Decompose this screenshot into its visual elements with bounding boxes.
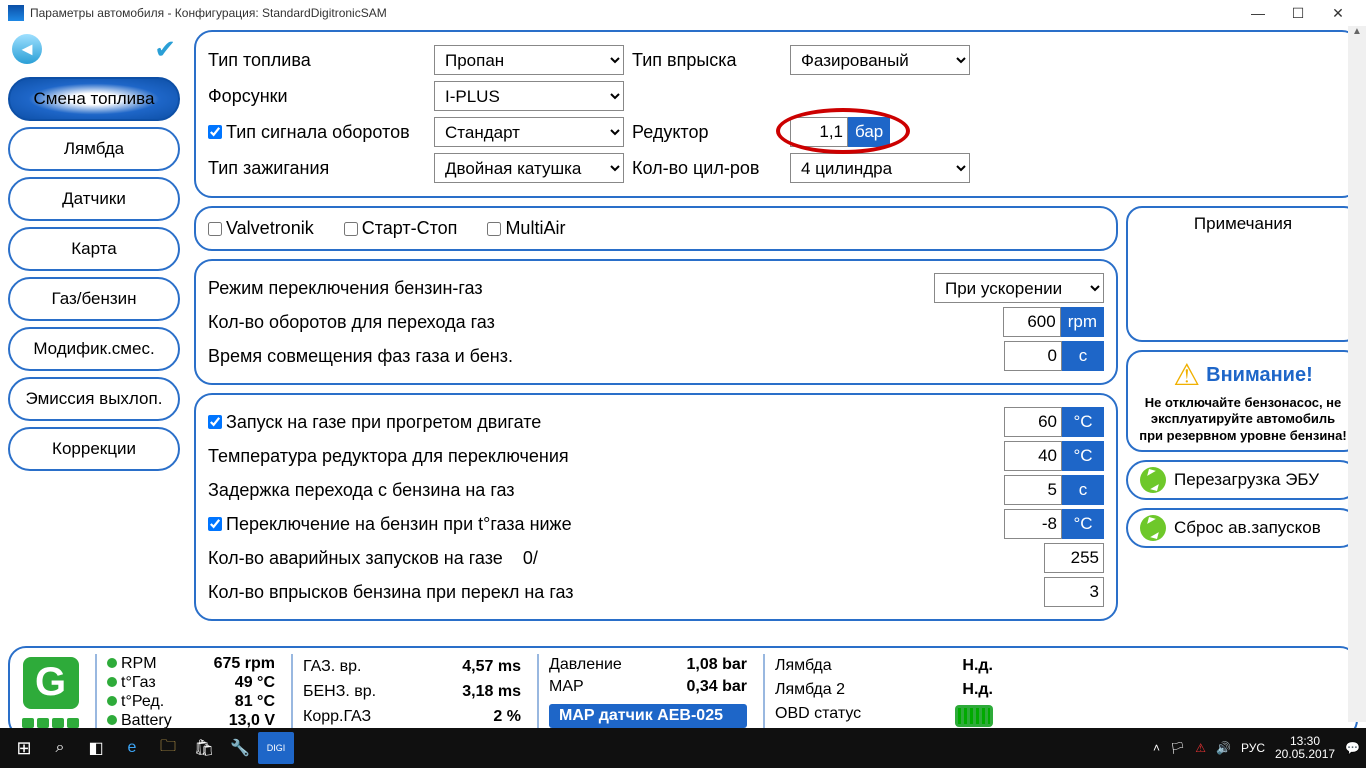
reset-emergency-button[interactable]: Сброс ав.запусков xyxy=(1126,508,1360,548)
switch-mode-select[interactable]: При ускорении xyxy=(934,273,1104,303)
tray-language[interactable]: РУС xyxy=(1241,741,1265,755)
reducer-temp-input[interactable] xyxy=(1004,441,1062,471)
warning-text: Не отключайте бензонасос, не эксплуатиру… xyxy=(1138,395,1348,444)
back-temp-input[interactable] xyxy=(1004,509,1062,539)
rpm-signal-checkbox[interactable]: Тип сигнала оборотов xyxy=(208,122,426,143)
back-to-petrol-checkbox[interactable]: Переключение на бензин при t°газа ниже xyxy=(208,514,1004,535)
sidebar-item-fuel-change[interactable]: Смена топлива xyxy=(8,77,180,121)
map-sensor-badge[interactable]: MAP датчик AEB-025 xyxy=(549,704,747,728)
app-icon-1[interactable]: 🔧 xyxy=(222,732,258,764)
injections-input[interactable] xyxy=(1044,577,1104,607)
sidebar-item-corrections[interactable]: Коррекции xyxy=(8,427,180,471)
taskbar: ⊞ ⌕ ◧ e 🗀 🛍 🔧 DIGI ˄ 🏳 ⚠ 🔊 РУС 13:30 20.… xyxy=(0,728,1366,768)
sidebar-item-emission[interactable]: Эмиссия выхлоп. xyxy=(8,377,180,421)
switch-panel: Режим переключения бензин-газ При ускоре… xyxy=(194,259,1118,385)
sidebar-item-mixture[interactable]: Модифик.смес. xyxy=(8,327,180,371)
fuel-type-label: Тип топлива xyxy=(208,50,426,71)
notes-title: Примечания xyxy=(1134,214,1352,234)
emergency-starts-input[interactable] xyxy=(1044,543,1104,573)
notes-panel[interactable]: Примечания xyxy=(1126,206,1360,342)
maximize-button[interactable]: ☐ xyxy=(1278,0,1318,26)
start-button[interactable]: ⊞ xyxy=(6,732,42,764)
reducer-input[interactable] xyxy=(790,117,848,147)
deg-c-unit: °C xyxy=(1062,407,1104,437)
store-icon[interactable]: 🛍 xyxy=(186,732,222,764)
inject-type-label: Тип впрыска xyxy=(632,50,782,71)
sidebar-item-lambda[interactable]: Лямбда xyxy=(8,127,180,171)
reducer-field: бар xyxy=(790,117,890,147)
warning-panel: ⚠ Внимание! Не отключайте бензонасос, не… xyxy=(1126,350,1360,452)
close-button[interactable]: ✕ xyxy=(1318,0,1358,26)
top-panel: Тип топлива Пропан Тип впрыска Фазирован… xyxy=(194,30,1360,198)
valvetronik-checkbox[interactable]: Valvetronik xyxy=(208,218,314,239)
switch-rpm-input[interactable] xyxy=(1003,307,1061,337)
reducer-unit: бар xyxy=(848,117,890,147)
tray-clock[interactable]: 13:30 20.05.2017 xyxy=(1275,735,1335,761)
explorer-icon[interactable]: 🗀 xyxy=(150,732,186,764)
switch-rpm-label: Кол-во оборотов для перехода газ xyxy=(208,312,1003,333)
reducer-label: Редуктор xyxy=(632,122,782,143)
overlap-unit: с xyxy=(1062,341,1104,371)
back-icon[interactable]: ◄ xyxy=(12,34,42,64)
refresh-icon xyxy=(1140,515,1166,541)
delay-input[interactable] xyxy=(1004,475,1062,505)
inject-type-select[interactable]: Фазированый xyxy=(790,45,970,75)
temperature-panel: Запуск на газе при прогретом двигате °C … xyxy=(194,393,1118,621)
check-icon[interactable]: ✔ xyxy=(154,34,176,65)
injectors-label: Форсунки xyxy=(208,86,426,107)
rpm-unit: rpm xyxy=(1061,307,1104,337)
warm-start-input[interactable] xyxy=(1004,407,1062,437)
fuel-type-select[interactable]: Пропан xyxy=(434,45,624,75)
start-stop-checkbox[interactable]: Старт-Стоп xyxy=(344,218,458,239)
checks-panel: Valvetronik Старт-Стоп MultiAir xyxy=(194,206,1118,251)
delay-label: Задержка перехода с бензина на газ xyxy=(208,480,1004,501)
edge-icon[interactable]: e xyxy=(114,732,150,764)
warning-icon: ⚠ xyxy=(1173,358,1200,393)
ignition-select[interactable]: Двойная катушка xyxy=(434,153,624,183)
gas-mode-badge[interactable]: G xyxy=(23,657,79,709)
sidebar-item-gas-petrol[interactable]: Газ/бензин xyxy=(8,277,180,321)
digitronic-app-icon[interactable]: DIGI xyxy=(258,732,294,764)
multiair-checkbox[interactable]: MultiAir xyxy=(487,218,565,239)
window-title: Параметры автомобиля - Конфигурация: Sta… xyxy=(30,6,387,20)
tray-flag-icon[interactable]: 🏳 xyxy=(1170,741,1185,755)
scrollbar[interactable]: ▲ xyxy=(1348,26,1366,722)
sidebar: ◄ ✔ Смена топлива Лямбда Датчики Карта Г… xyxy=(0,26,188,646)
app-icon xyxy=(8,5,24,21)
level-indicator xyxy=(22,718,79,728)
reboot-ecu-button[interactable]: Перезагрузка ЭБУ xyxy=(1126,460,1360,500)
obd-connector-icon xyxy=(955,705,993,727)
tray-volume-icon[interactable]: 🔊 xyxy=(1216,741,1231,755)
cylinders-label: Кол-во цил-ров xyxy=(632,158,782,179)
task-view-icon[interactable]: ◧ xyxy=(78,732,114,764)
ignition-label: Тип зажигания xyxy=(208,158,426,179)
status-bar: G RPM675 rpm t°Газ49 °C t°Ред.81 °C Batt… xyxy=(8,646,1358,738)
reducer-temp-label: Температура редуктора для переключения xyxy=(208,446,1004,467)
cylinders-select[interactable]: 4 цилиндра xyxy=(790,153,970,183)
injectors-select[interactable]: I-PLUS xyxy=(434,81,624,111)
injections-label: Кол-во впрысков бензина при перекл на га… xyxy=(208,582,1044,603)
tray-up-icon[interactable]: ˄ xyxy=(1153,741,1160,755)
rpm-signal-select[interactable]: Стандарт xyxy=(434,117,624,147)
emergency-starts-label: Кол-во аварийных запусков на газе 0/ xyxy=(208,548,1044,569)
titlebar: Параметры автомобиля - Конфигурация: Sta… xyxy=(0,0,1366,26)
notifications-icon[interactable]: 💬 xyxy=(1345,741,1360,755)
sidebar-item-map[interactable]: Карта xyxy=(8,227,180,271)
switch-mode-label: Режим переключения бензин-газ xyxy=(208,278,934,299)
overlap-label: Время совмещения фаз газа и бенз. xyxy=(208,346,1004,367)
overlap-input[interactable] xyxy=(1004,341,1062,371)
search-icon[interactable]: ⌕ xyxy=(42,732,78,764)
tray-network-icon[interactable]: ⚠ xyxy=(1195,741,1206,755)
sidebar-item-sensors[interactable]: Датчики xyxy=(8,177,180,221)
refresh-icon xyxy=(1140,467,1166,493)
scroll-up-icon[interactable]: ▲ xyxy=(1348,26,1366,44)
warm-start-checkbox[interactable]: Запуск на газе при прогретом двигате xyxy=(208,412,1004,433)
warning-title: Внимание! xyxy=(1206,364,1313,387)
minimize-button[interactable]: — xyxy=(1238,0,1278,26)
